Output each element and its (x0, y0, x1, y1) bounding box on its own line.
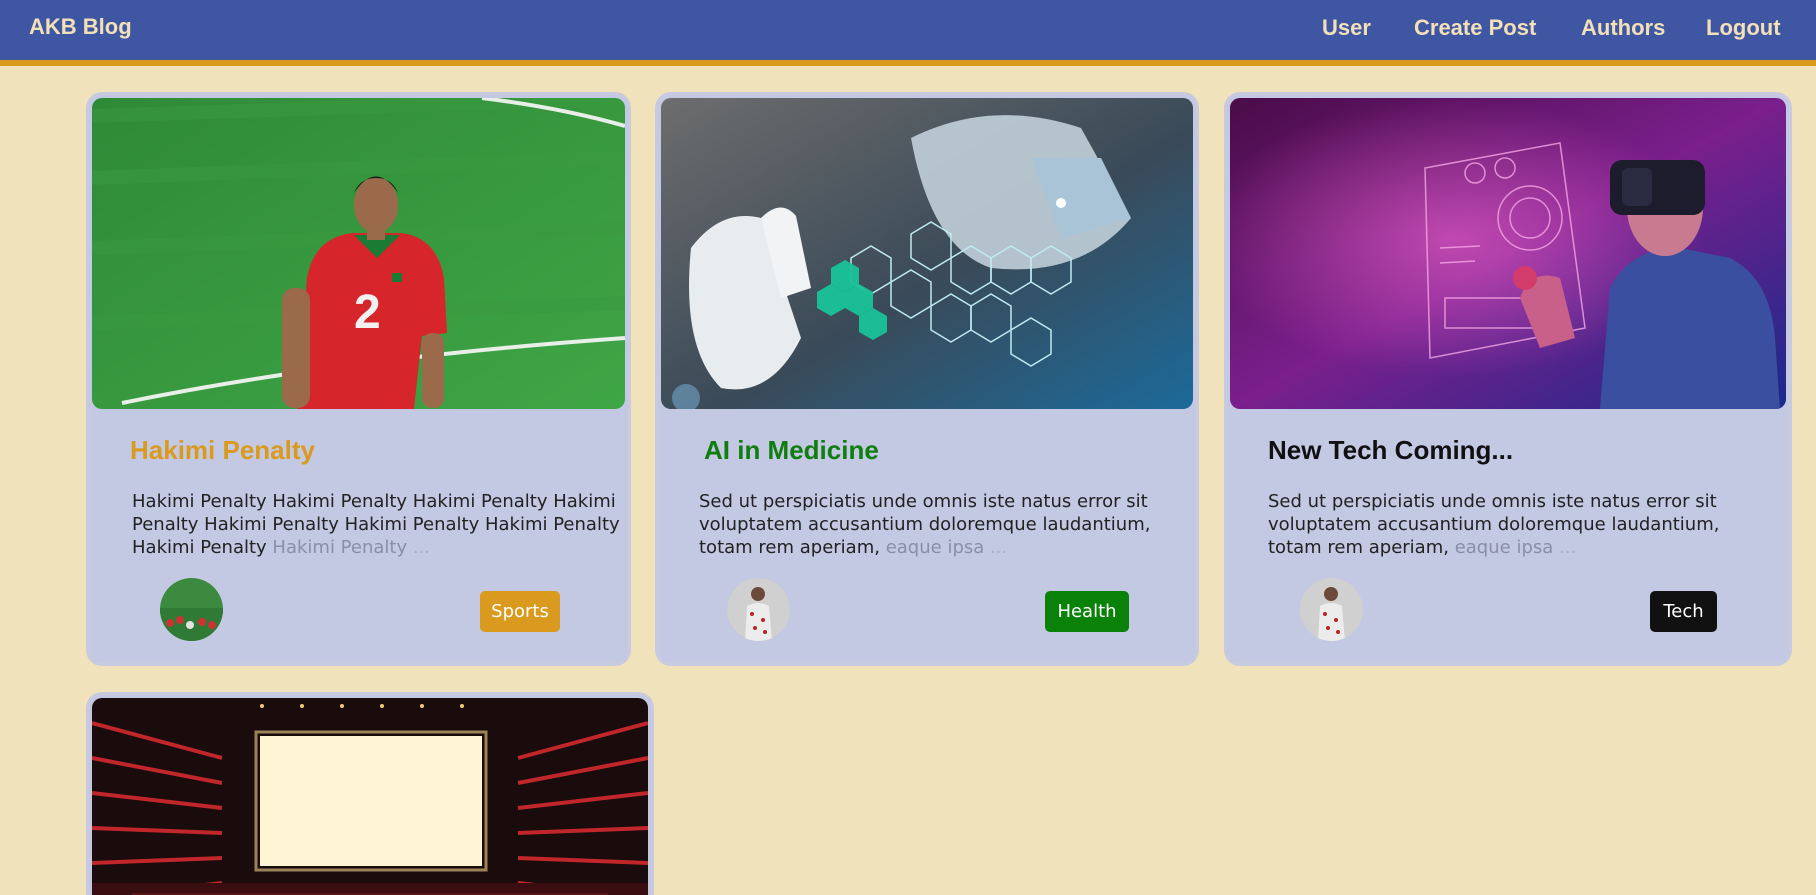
nav-link-create-post[interactable]: Create Post (1414, 15, 1536, 41)
post-card[interactable]: AI in Medicine Sed ut perspiciatis unde … (655, 92, 1199, 666)
post-image (92, 698, 648, 895)
nav-link-logout[interactable]: Logout (1706, 15, 1781, 41)
post-image: 2 (92, 98, 625, 409)
post-title[interactable]: New Tech Coming... (1268, 435, 1513, 466)
post-image (1230, 98, 1786, 409)
category-badge[interactable]: Health (1045, 591, 1129, 632)
nav-link-user[interactable]: User (1322, 15, 1371, 41)
category-badge[interactable]: Tech (1650, 591, 1717, 632)
svg-text:2: 2 (354, 286, 381, 339)
navbar: AKB Blog User Create Post Authors Logout (0, 0, 1816, 66)
post-card[interactable]: New Tech Coming... Sed ut perspiciatis u… (1224, 92, 1792, 666)
nav-link-authors[interactable]: Authors (1581, 15, 1665, 41)
author-avatar[interactable] (1300, 578, 1363, 641)
post-image (661, 98, 1193, 409)
post-title[interactable]: AI in Medicine (704, 435, 879, 466)
post-title[interactable]: Hakimi Penalty (130, 435, 315, 466)
post-excerpt: Sed ut perspiciatis unde omnis iste natu… (699, 491, 1151, 558)
post-excerpt: Hakimi Penalty Hakimi Penalty Hakimi Pen… (132, 491, 620, 558)
author-avatar[interactable] (727, 578, 790, 641)
author-avatar[interactable] (160, 578, 223, 641)
post-card[interactable]: 2 Hakimi Penalty Hakimi Penalty Hakimi P… (86, 92, 631, 666)
post-excerpt: Sed ut perspiciatis unde omnis iste natu… (1268, 491, 1720, 558)
brand-logo[interactable]: AKB Blog (29, 14, 132, 40)
post-card[interactable] (86, 692, 654, 895)
category-badge[interactable]: Sports (480, 591, 560, 632)
